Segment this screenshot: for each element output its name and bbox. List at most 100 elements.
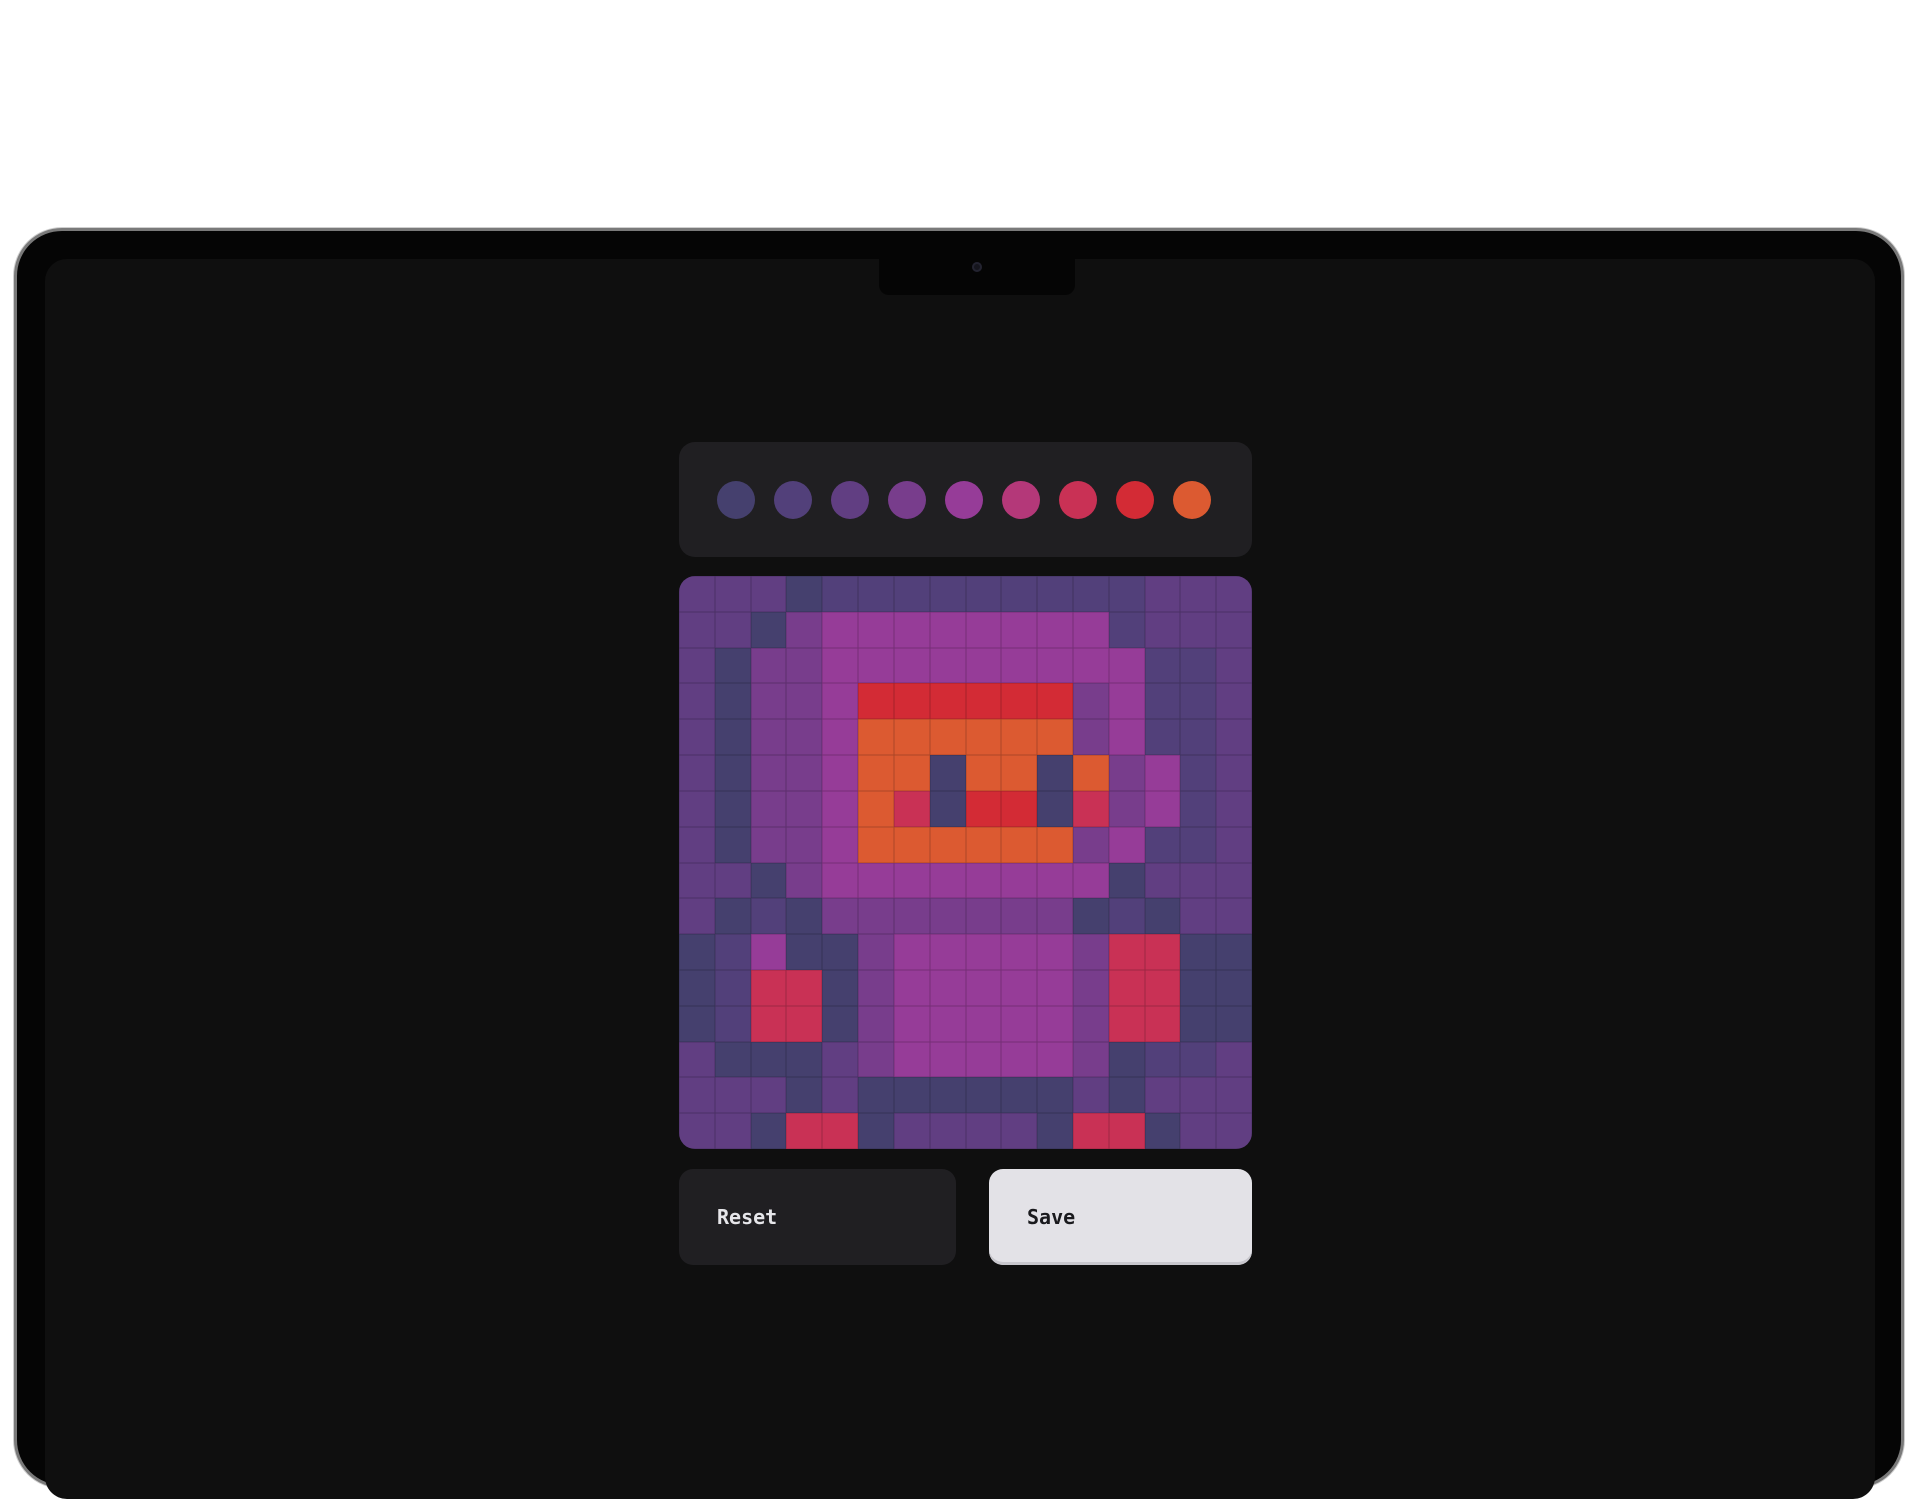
pixel-cell[interactable] <box>1216 1077 1252 1114</box>
pixel-cell[interactable] <box>1001 611 1038 648</box>
pixel-cell[interactable] <box>893 969 930 1006</box>
pixel-cell[interactable] <box>1108 826 1145 863</box>
pixel-cell[interactable] <box>929 934 966 970</box>
pixel-cell[interactable] <box>1037 647 1073 684</box>
pixel-cell[interactable] <box>822 1113 859 1149</box>
pixel-cell[interactable] <box>1216 755 1252 791</box>
palette-swatch-8[interactable] <box>1116 480 1154 519</box>
pixel-cell[interactable] <box>965 1041 1002 1078</box>
pixel-cell[interactable] <box>750 1041 787 1078</box>
pixel-cell[interactable] <box>1180 576 1217 612</box>
pixel-cell[interactable] <box>929 1113 966 1149</box>
pixel-cell[interactable] <box>858 790 894 827</box>
pixel-cell[interactable] <box>1216 934 1252 970</box>
pixel-cell[interactable] <box>893 934 930 970</box>
pixel-cell[interactable] <box>679 826 715 863</box>
pixel-cell[interactable] <box>1180 1113 1217 1149</box>
pixel-cell[interactable] <box>679 969 715 1006</box>
pixel-cell[interactable] <box>822 862 859 899</box>
pixel-cell[interactable] <box>1216 647 1252 684</box>
pixel-cell[interactable] <box>893 898 930 935</box>
pixel-cell[interactable] <box>1072 1041 1109 1078</box>
pixel-cell[interactable] <box>822 1077 859 1114</box>
pixel-cell[interactable] <box>929 755 966 791</box>
pixel-cell[interactable] <box>858 576 894 612</box>
pixel-cell[interactable] <box>1037 611 1073 648</box>
pixel-cell[interactable] <box>929 719 966 756</box>
pixel-cell[interactable] <box>965 683 1002 720</box>
pixel-cell[interactable] <box>1216 1005 1252 1042</box>
pixel-cell[interactable] <box>1001 755 1038 791</box>
pixel-cell[interactable] <box>1144 647 1181 684</box>
pixel-cell[interactable] <box>1037 934 1073 970</box>
pixel-cell[interactable] <box>1108 611 1145 648</box>
pixel-cell[interactable] <box>1108 719 1145 756</box>
pixel-cell[interactable] <box>858 1041 894 1078</box>
pixel-cell[interactable] <box>786 1077 823 1114</box>
pixel-cell[interactable] <box>822 611 859 648</box>
pixel-cell[interactable] <box>893 1113 930 1149</box>
pixel-cell[interactable] <box>1037 790 1073 827</box>
pixel-cell[interactable] <box>1072 1077 1109 1114</box>
pixel-cell[interactable] <box>1072 719 1109 756</box>
pixel-cell[interactable] <box>1001 790 1038 827</box>
pixel-cell[interactable] <box>893 1005 930 1042</box>
pixel-cell[interactable] <box>1108 1005 1145 1042</box>
pixel-cell[interactable] <box>1216 790 1252 827</box>
pixel-cell[interactable] <box>1001 1041 1038 1078</box>
pixel-cell[interactable] <box>893 1041 930 1078</box>
pixel-cell[interactable] <box>822 826 859 863</box>
pixel-cell[interactable] <box>929 647 966 684</box>
pixel-cell[interactable] <box>1144 898 1181 935</box>
pixel-cell[interactable] <box>750 611 787 648</box>
pixel-cell[interactable] <box>750 647 787 684</box>
palette-swatch-6[interactable] <box>1002 480 1040 519</box>
pixel-cell[interactable] <box>1216 719 1252 756</box>
pixel-cell[interactable] <box>1072 1113 1109 1149</box>
pixel-cell[interactable] <box>1216 826 1252 863</box>
pixel-cell[interactable] <box>1216 1041 1252 1078</box>
pixel-cell[interactable] <box>679 611 715 648</box>
pixel-cell[interactable] <box>1037 1005 1073 1042</box>
pixel-cell[interactable] <box>750 934 787 970</box>
pixel-cell[interactable] <box>786 576 823 612</box>
pixel-cell[interactable] <box>929 576 966 612</box>
pixel-cell[interactable] <box>714 1005 751 1042</box>
pixel-cell[interactable] <box>679 1041 715 1078</box>
pixel-cell[interactable] <box>858 934 894 970</box>
pixel-cell[interactable] <box>714 683 751 720</box>
pixel-cell[interactable] <box>1037 576 1073 612</box>
pixel-cell[interactable] <box>929 898 966 935</box>
pixel-cell[interactable] <box>858 1113 894 1149</box>
pixel-cell[interactable] <box>1108 790 1145 827</box>
pixel-cell[interactable] <box>1144 755 1181 791</box>
pixel-cell[interactable] <box>1108 683 1145 720</box>
pixel-cell[interactable] <box>1180 1005 1217 1042</box>
pixel-cell[interactable] <box>786 790 823 827</box>
pixel-cell[interactable] <box>1108 1077 1145 1114</box>
pixel-cell[interactable] <box>1072 898 1109 935</box>
pixel-cell[interactable] <box>714 969 751 1006</box>
pixel-cell[interactable] <box>822 755 859 791</box>
pixel-cell[interactable] <box>965 1077 1002 1114</box>
pixel-cell[interactable] <box>1180 1077 1217 1114</box>
pixel-cell[interactable] <box>714 1113 751 1149</box>
pixel-cell[interactable] <box>893 1077 930 1114</box>
pixel-cell[interactable] <box>1072 755 1109 791</box>
pixel-canvas[interactable] <box>679 576 1252 1149</box>
pixel-cell[interactable] <box>1037 898 1073 935</box>
pixel-cell[interactable] <box>1108 862 1145 899</box>
pixel-cell[interactable] <box>750 576 787 612</box>
pixel-cell[interactable] <box>679 1077 715 1114</box>
pixel-cell[interactable] <box>714 1077 751 1114</box>
pixel-cell[interactable] <box>786 1041 823 1078</box>
pixel-cell[interactable] <box>679 898 715 935</box>
pixel-cell[interactable] <box>1108 647 1145 684</box>
pixel-cell[interactable] <box>1144 683 1181 720</box>
pixel-cell[interactable] <box>929 1041 966 1078</box>
pixel-cell[interactable] <box>858 719 894 756</box>
pixel-cell[interactable] <box>1072 862 1109 899</box>
pixel-cell[interactable] <box>965 898 1002 935</box>
pixel-cell[interactable] <box>679 1005 715 1042</box>
pixel-cell[interactable] <box>965 862 1002 899</box>
